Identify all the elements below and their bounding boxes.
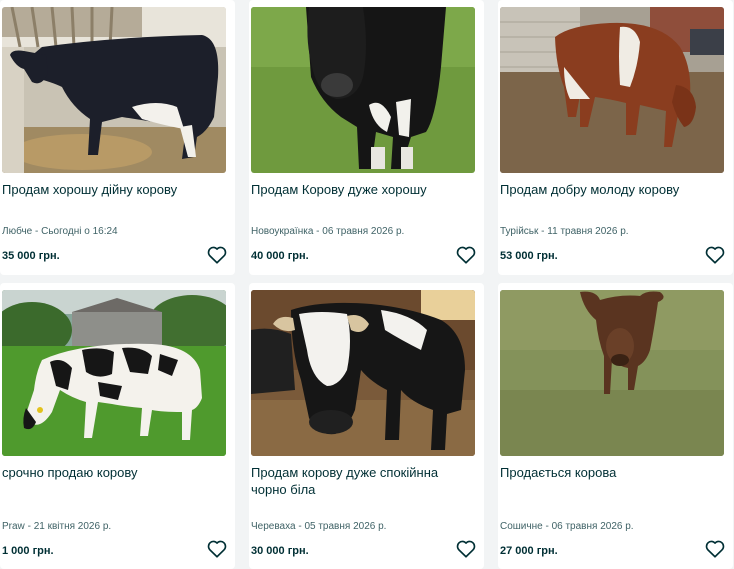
listing-title[interactable]: Продам хорошу дійну корову xyxy=(2,181,227,198)
listing-card[interactable]: Продам Корову дуже хорошу Новоукраїнка -… xyxy=(249,0,484,275)
listing-price: 53 000 грн. xyxy=(500,250,558,262)
meta-separator: - xyxy=(542,521,552,532)
listing-date: 05 травня 2026 р. xyxy=(304,521,387,532)
listing-location-date: Череваха - 05 травня 2026 р. xyxy=(251,521,386,532)
listing-photo[interactable] xyxy=(500,7,724,173)
listing-title[interactable]: Продам добру молоду корову xyxy=(500,181,725,198)
listing-location: Череваха xyxy=(251,521,296,532)
meta-separator: - xyxy=(32,226,42,237)
listing-title[interactable]: Продається корова xyxy=(500,464,725,481)
listing-card[interactable]: Продам корову дуже спокійнна чорно біла … xyxy=(249,283,484,569)
listing-title[interactable]: Продам Корову дуже хорошу xyxy=(251,181,476,198)
listing-photo[interactable] xyxy=(251,290,475,456)
heart-outline-icon[interactable] xyxy=(705,540,725,558)
listing-card[interactable]: Продам добру молоду корову Турійськ - 11… xyxy=(498,0,733,275)
listing-location: Турійськ xyxy=(500,226,539,237)
listing-location-date: Новоукраїнка - 06 травня 2026 р. xyxy=(251,226,404,237)
listing-price: 40 000 грн. xyxy=(251,250,309,262)
listing-location-date: Сошичне - 06 травня 2026 р. xyxy=(500,521,634,532)
listing-card[interactable]: Продам хорошу дійну корову Любче - Сього… xyxy=(0,0,235,275)
listing-price: 30 000 грн. xyxy=(251,545,309,557)
listing-date: Сьогодні о 16:24 xyxy=(41,226,118,237)
heart-outline-icon[interactable] xyxy=(456,246,476,264)
heart-outline-icon[interactable] xyxy=(207,246,227,264)
listing-price: 1 000 грн. xyxy=(2,545,54,557)
listing-date: 21 квітня 2026 р. xyxy=(33,521,112,532)
listing-photo[interactable] xyxy=(500,290,724,456)
meta-separator: - xyxy=(313,226,323,237)
heart-outline-icon[interactable] xyxy=(705,246,725,264)
listing-title[interactable]: срочно продаю корову xyxy=(2,464,227,481)
heart-outline-icon[interactable] xyxy=(456,540,476,558)
listing-price: 27 000 грн. xyxy=(500,545,558,557)
heart-outline-icon[interactable] xyxy=(207,540,227,558)
listing-location: Любче xyxy=(2,226,33,237)
listing-location-date: Турійськ - 11 травня 2026 р. xyxy=(500,226,629,237)
listing-location: Praw xyxy=(2,521,25,532)
listing-photo[interactable] xyxy=(2,290,226,456)
listing-photo[interactable] xyxy=(251,7,475,173)
listing-price: 35 000 грн. xyxy=(2,250,60,262)
listing-card[interactable]: Продається корова Сошичне - 06 травня 20… xyxy=(498,283,733,569)
listing-photo[interactable] xyxy=(2,7,226,173)
listing-date: 06 травня 2026 р. xyxy=(322,226,405,237)
listing-grid: Продам хорошу дійну корову Любче - Сього… xyxy=(0,0,734,569)
listing-location-date: Любче - Сьогодні о 16:24 xyxy=(2,226,118,237)
listing-date: 11 травня 2026 р. xyxy=(547,226,629,237)
listing-title[interactable]: Продам корову дуже спокійнна чорно біла xyxy=(251,464,476,498)
listing-card[interactable]: срочно продаю корову Praw - 21 квітня 20… xyxy=(0,283,235,569)
meta-separator: - xyxy=(24,521,34,532)
listing-date: 06 травня 2026 р. xyxy=(551,521,634,532)
listing-location: Новоукраїнка xyxy=(251,226,314,237)
meta-separator: - xyxy=(538,226,548,237)
listing-location: Сошичне xyxy=(500,521,543,532)
listing-location-date: Praw - 21 квітня 2026 р. xyxy=(2,521,111,532)
